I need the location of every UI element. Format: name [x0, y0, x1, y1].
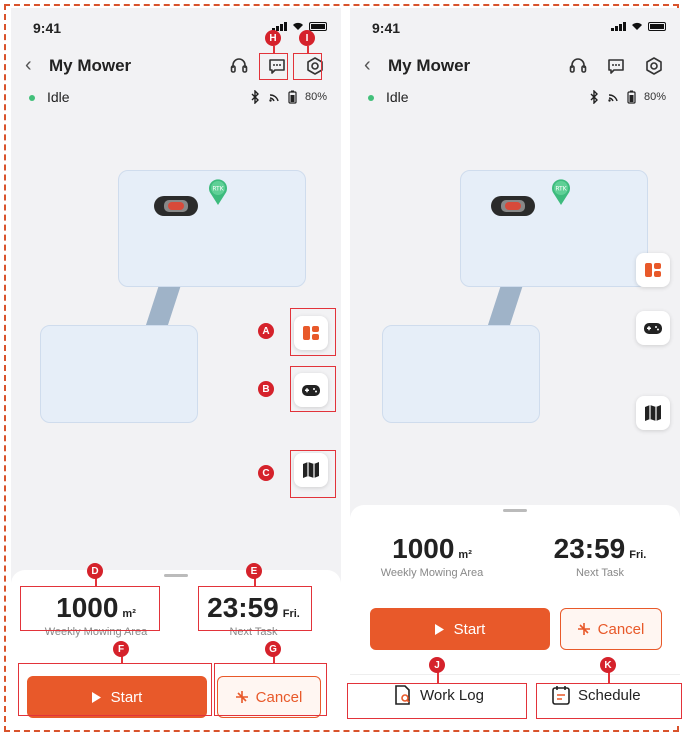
connector-j [437, 672, 439, 683]
battery-level: 80% [643, 91, 666, 103]
connection-info: 80% [589, 90, 666, 104]
back-icon[interactable]: ‹ [364, 54, 371, 77]
highlight-work-log [347, 683, 527, 719]
highlight-next-task [198, 586, 312, 631]
annotation-badge-a: A [258, 323, 274, 339]
play-icon [434, 623, 444, 635]
settings-icon[interactable] [642, 54, 666, 78]
next-task-stat: 23:59 Fri. Next Task [535, 533, 665, 579]
annotation-badge-c: C [258, 465, 274, 481]
rtk-pin-icon: RTK [207, 178, 229, 206]
highlight-message [259, 53, 288, 80]
zone-layout-button[interactable] [636, 253, 670, 287]
device-state: Idle [47, 89, 70, 105]
status-time: 9:41 [33, 20, 62, 36]
annotation-badge-i: I [299, 30, 315, 46]
device-status-row: Idle 80% [29, 88, 327, 108]
highlight-start [18, 663, 212, 716]
highlight-cancel [214, 663, 327, 716]
message-icon[interactable] [604, 54, 628, 78]
next-task-day: Fri. [629, 549, 647, 561]
back-icon[interactable]: ‹ [25, 54, 32, 77]
mowing-zone-2[interactable] [382, 325, 540, 423]
sheet-handle[interactable] [503, 509, 527, 512]
headset-icon[interactable] [566, 54, 590, 78]
start-label: Start [453, 620, 486, 638]
start-button[interactable]: Start [370, 608, 550, 650]
wifi-icon [608, 94, 618, 102]
annotation-badge-e: E [246, 563, 262, 579]
headset-icon[interactable] [227, 54, 251, 78]
highlight-settings [293, 53, 322, 80]
area-caption: Weekly Mowing Area [380, 567, 484, 579]
mowing-zone-2[interactable] [40, 325, 198, 423]
mower-icon[interactable] [152, 192, 200, 220]
wifi-icon [269, 94, 279, 102]
remote-control-button[interactable] [636, 311, 670, 345]
map-button[interactable] [636, 396, 670, 430]
system-icons [611, 21, 666, 31]
annotation-badge-g: G [265, 641, 281, 657]
phone-screen-right: 9:41 ‹ My Mower Idle 80% RTK 1000 m² Wee… [350, 8, 680, 726]
next-task-caption: Next Task [575, 567, 625, 579]
fan-icon [577, 623, 590, 635]
idle-dot [29, 95, 35, 101]
mower-icon[interactable] [489, 192, 537, 220]
battery-icon [288, 90, 297, 104]
area-value: 1000 [392, 533, 455, 564]
battery-icon [627, 90, 636, 104]
connector-d [95, 578, 97, 586]
connector-k [608, 672, 610, 683]
wifi-status-icon [293, 22, 303, 30]
page-title: My Mower [49, 56, 132, 75]
battery-status-icon [648, 21, 666, 31]
connector-e [254, 578, 256, 586]
map-icon [645, 405, 661, 421]
wifi-status-icon [632, 22, 642, 30]
annotation-badge-b: B [258, 381, 274, 397]
next-task-time: 23:59 [553, 533, 626, 564]
device-status-row: Idle 80% [368, 88, 666, 108]
highlight-area-stat [20, 586, 160, 631]
bluetooth-icon [590, 90, 598, 104]
annotation-badge-j: J [429, 657, 445, 673]
signal-icon [611, 21, 626, 31]
device-state: Idle [386, 89, 409, 105]
status-time: 9:41 [372, 20, 401, 36]
connector-i [307, 46, 309, 53]
annotation-badge-d: D [87, 563, 103, 579]
cancel-button[interactable]: Cancel [560, 608, 662, 650]
bluetooth-icon [251, 90, 259, 104]
highlight-schedule [536, 683, 682, 719]
gamepad-icon [644, 323, 662, 334]
sheet-handle[interactable] [164, 574, 188, 577]
area-unit: m² [458, 549, 472, 561]
weekly-area-stat: 1000 m² Weekly Mowing Area [362, 533, 502, 579]
battery-status-icon [309, 21, 327, 31]
annotation-badge-f: F [113, 641, 129, 657]
highlight-map-button [290, 450, 336, 498]
annotation-badge-k: K [600, 657, 616, 673]
header-actions [566, 54, 666, 78]
idle-dot [368, 95, 374, 101]
annotation-badge-h: H [265, 30, 281, 46]
connection-info: 80% [250, 90, 327, 104]
page-title: My Mower [388, 56, 471, 75]
status-bar: 9:41 [33, 18, 327, 38]
status-bar: 9:41 [372, 18, 666, 38]
rtk-label: RTK [212, 186, 224, 193]
cancel-label: Cancel [597, 620, 645, 638]
highlight-remote-button [290, 366, 336, 412]
layout-icon [645, 263, 661, 277]
highlight-layout-button [290, 308, 336, 356]
app-header: ‹ My Mower [364, 54, 666, 78]
system-icons [272, 21, 327, 31]
rtk-label: RTK [555, 186, 567, 193]
battery-level: 80% [304, 91, 327, 103]
rtk-pin-icon: RTK [550, 178, 572, 206]
connector-h [273, 46, 275, 53]
